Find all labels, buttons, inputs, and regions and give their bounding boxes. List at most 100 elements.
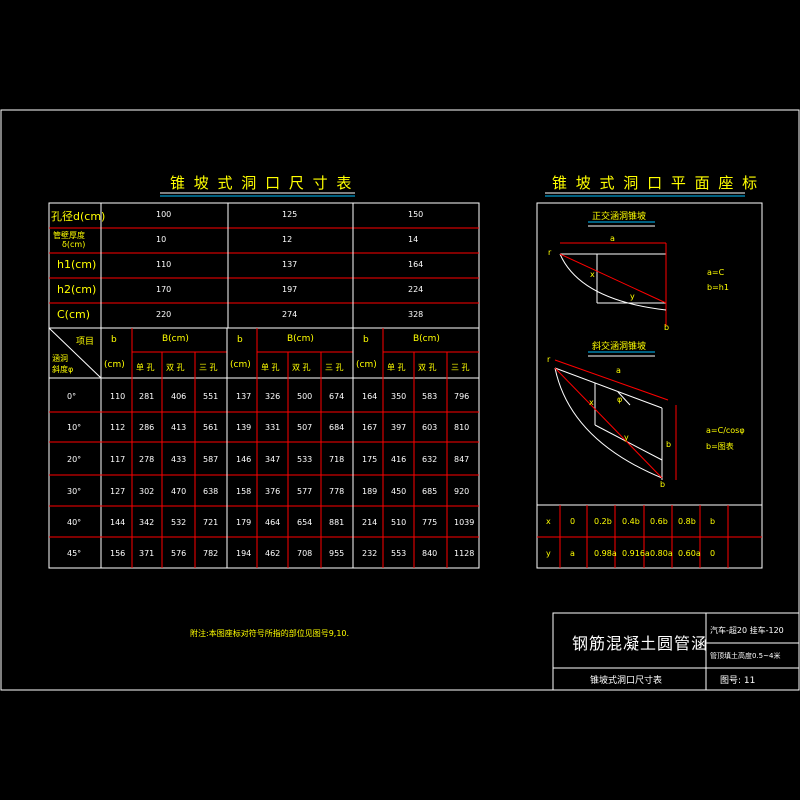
header-B: B(cm) [287,334,314,344]
fill-spec: 管顶填土高度0.5~4米 [710,652,781,660]
header-triple: 三 孔 [451,363,470,372]
row-angle: 20° [67,455,82,464]
d2-eq1: a=C/cosφ [706,426,745,435]
data-cell: 1039 [454,518,475,527]
data-cell: 576 [171,549,187,558]
d1-eq1: a=C [707,268,725,277]
data-cell: 139 [236,423,252,432]
data-cell: 144 [110,518,126,527]
data-cell: 847 [454,455,470,464]
d2-y: y [624,433,629,442]
data-cell: 286 [139,423,155,432]
row-label-diameter: 孔径d(cm) [51,210,106,223]
coord-x-cell: 0 [570,517,576,526]
data-cell: 350 [391,392,407,401]
data-cell: 214 [362,518,378,527]
header-diag-1: 涵洞 [52,354,68,363]
row-label-h1: h1(cm) [57,258,97,271]
header-B: B(cm) [162,334,189,344]
data-cell: 685 [422,487,438,496]
header-single: 单 孔 [136,363,155,372]
coord-x-cell: 0.8b [678,517,696,526]
data-cell: 654 [297,518,313,527]
d2-phi: φ [617,395,623,404]
data-cell: 674 [329,392,345,401]
data-cell: 450 [391,487,407,496]
row-label-thickness-2: δ(cm) [62,240,86,249]
data-cell: 708 [297,549,313,558]
header-B: B(cm) [413,334,440,344]
d2-x: x [589,398,594,407]
coord-y-cell: a [570,549,575,558]
data-cell: 278 [139,455,155,464]
data-cell: 782 [203,549,219,558]
data-cell: 583 [422,392,438,401]
data-cell: 146 [236,455,252,464]
top-cell-value: 220 [156,310,172,319]
data-cell: 117 [110,455,126,464]
top-cell-value: 10 [156,235,167,244]
data-cell: 331 [265,423,281,432]
d2-b2: b [660,480,666,489]
data-cell: 175 [362,455,378,464]
data-cell: 638 [203,487,219,496]
diagram-skewed [554,359,677,480]
d1-y: y [630,292,635,301]
top-cell-value: 12 [282,235,293,244]
row-angle: 30° [67,487,82,496]
coord-y-cell: y [546,549,551,558]
data-cell: 577 [297,487,313,496]
data-cell: 632 [422,455,438,464]
data-cell: 462 [265,549,281,558]
coord-y-cell: 0.80a [650,549,673,558]
top-cell-value: 150 [408,210,424,219]
header-b: b [363,335,369,345]
header-single: 单 孔 [387,363,406,372]
data-cell: 376 [265,487,281,496]
coord-x-cell: 0.4b [622,517,640,526]
data-cell: 302 [139,487,155,496]
header-cm: (cm) [356,360,377,370]
top-cell-value: 224 [408,285,424,294]
data-cell: 775 [422,518,438,527]
header-double: 双 孔 [166,363,185,372]
data-cell: 561 [203,423,219,432]
coord-y-cell: 0.916a [622,549,650,558]
data-cell: 955 [329,549,345,558]
row-label-h2: h2(cm) [57,283,97,296]
data-cell: 810 [454,423,470,432]
data-cell: 796 [454,392,470,401]
header-cm: (cm) [104,360,125,370]
data-cell: 507 [297,423,313,432]
top-cell-value: 170 [156,285,172,294]
row-label-c: C(cm) [57,308,91,321]
subtitle: 锥坡式洞口尺寸表 [590,676,663,686]
data-cell: 920 [454,487,470,496]
data-cell: 533 [297,455,313,464]
data-cell: 500 [297,392,313,401]
coord-x-cell: 0.2b [594,517,612,526]
d1-x: x [590,270,595,279]
data-cell: 553 [391,549,407,558]
header-single: 单 孔 [261,363,280,372]
header-double: 双 孔 [418,363,437,372]
top-cell-value: 274 [282,310,298,319]
data-cell: 532 [171,518,187,527]
header-double: 双 孔 [292,363,311,372]
data-cell: 721 [203,518,219,527]
data-cell: 433 [171,455,187,464]
data-cell: 110 [110,392,126,401]
data-cell: 464 [265,518,281,527]
top-cell-value: 125 [282,210,298,219]
diagram2-title: 斜交涵洞锥坡 [592,342,647,352]
data-cell: 112 [110,423,126,432]
data-cell: 137 [236,392,252,401]
top-cell-value: 110 [156,260,172,269]
data-cell: 371 [139,549,155,558]
data-cell: 342 [139,518,155,527]
d1-b: b [664,323,670,332]
coord-x-cell: b [710,517,716,526]
load-spec: 汽车-超20 挂车-120 [710,626,784,635]
row-angle: 45° [67,549,82,558]
data-cell: 778 [329,487,345,496]
